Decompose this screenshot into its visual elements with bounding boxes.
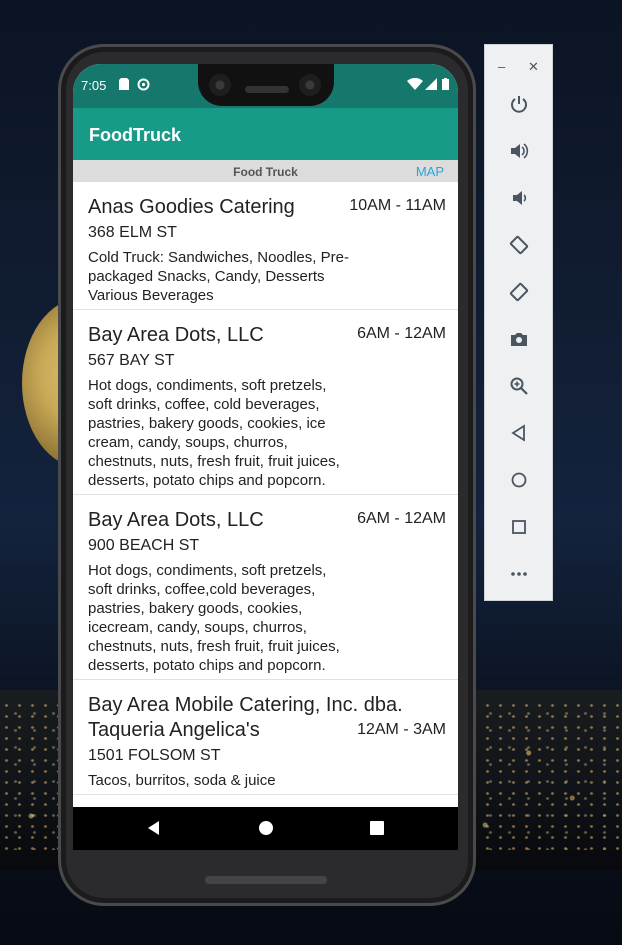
truck-hours: 10AM - 11AM [349, 197, 446, 214]
power-icon[interactable] [508, 93, 530, 115]
volume-up-icon[interactable] [508, 140, 530, 162]
list-item[interactable]: Bay Area Dots, LLC 6AM - 12AM 900 BEACH … [73, 495, 458, 680]
emulator-toolbar: – ✕ [484, 44, 553, 601]
zoom-icon[interactable] [508, 375, 530, 397]
data-saver-icon [137, 78, 150, 91]
overview-icon[interactable] [369, 820, 385, 841]
truck-address: 1501 FOLSOM ST [88, 747, 221, 764]
truck-hours: 6AM - 12AM [357, 510, 446, 527]
home-icon[interactable] [508, 469, 530, 491]
app-title: FoodTruck [89, 125, 182, 145]
truck-address: 368 ELM ST [88, 224, 177, 241]
overview-icon[interactable] [508, 516, 530, 538]
back-icon[interactable] [508, 422, 530, 444]
wifi-icon [407, 77, 423, 90]
minimize-icon[interactable]: – [498, 59, 505, 74]
cell-signal-icon [425, 78, 437, 90]
navigation-bar [73, 807, 458, 850]
status-bar: 7:05 [73, 64, 458, 108]
camera-icon[interactable] [508, 328, 530, 350]
truck-description: Cold Truck: Sandwiches, Noodles, Pre-pac… [88, 249, 349, 304]
more-icon[interactable] [508, 563, 530, 585]
truck-description: Tacos, burritos, soda & juice [88, 772, 276, 789]
phone-screen: 7:05 FoodTruck Food Truck MAP Anas Goodi… [73, 64, 458, 850]
truck-address: 900 BEACH ST [88, 537, 200, 554]
truck-address: 567 BAY ST [88, 352, 175, 369]
volume-down-icon[interactable] [508, 187, 530, 209]
earpiece-speaker [245, 86, 289, 93]
truck-hours: 12AM - 3AM [357, 721, 446, 738]
map-button[interactable]: MAP [416, 164, 444, 179]
battery-icon [442, 78, 449, 90]
sd-card-icon [119, 78, 129, 90]
truck-description: Hot dogs, condiments, soft pretzels, sof… [88, 377, 340, 489]
home-icon[interactable] [258, 820, 274, 841]
back-icon[interactable] [146, 820, 162, 841]
front-camera-left [209, 74, 231, 96]
list-item[interactable]: Anas Goodies Catering 10AM - 11AM 368 EL… [73, 182, 458, 310]
app-bar: FoodTruck [73, 108, 458, 160]
rotate-left-icon[interactable] [508, 234, 530, 256]
truck-hours: 6AM - 12AM [357, 325, 446, 342]
food-truck-list[interactable]: Anas Goodies Catering 10AM - 11AM 368 EL… [73, 182, 458, 807]
front-camera-right [299, 74, 321, 96]
sub-header-label: Food Truck [233, 165, 298, 179]
truck-description: Hot dogs, condiments, soft pretzels, sof… [88, 562, 340, 674]
sub-header: Food Truck MAP [73, 160, 458, 182]
list-item[interactable]: Bay Area Mobile Catering, Inc. dba. Taqu… [73, 680, 458, 795]
close-icon[interactable]: ✕ [528, 59, 539, 75]
status-time: 7:05 [81, 78, 107, 93]
rotate-right-icon[interactable] [508, 281, 530, 303]
list-item[interactable]: Bay Area Dots, LLC 6AM - 12AM 567 BAY ST… [73, 310, 458, 495]
phone-bottom-grille [205, 876, 327, 884]
